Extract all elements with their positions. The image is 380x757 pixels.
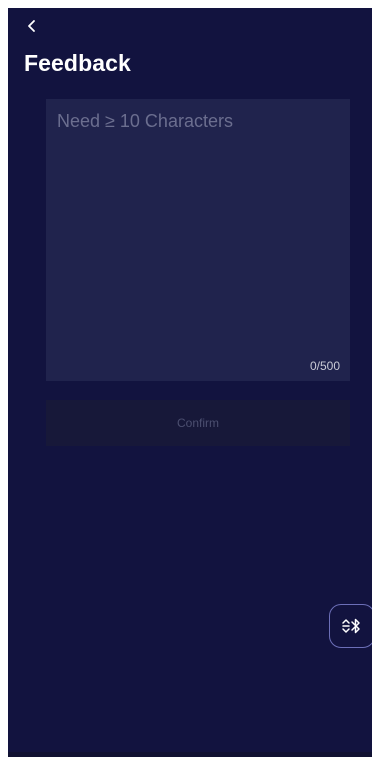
bottom-strip <box>8 752 372 757</box>
feedback-textarea[interactable] <box>46 99 350 381</box>
back-button[interactable] <box>20 14 44 38</box>
page-title: Feedback <box>24 50 131 76</box>
chevron-left-icon <box>28 20 35 32</box>
bluetooth-toggle-button[interactable] <box>329 604 372 648</box>
bluetooth-connection-icon <box>342 618 360 634</box>
character-counter: 0/500 <box>309 359 340 373</box>
confirm-button[interactable]: Confirm <box>46 400 350 446</box>
feedback-input-box: 0/500 <box>46 99 350 381</box>
feedback-screen: Feedback 0/500 Confirm <box>8 8 372 757</box>
